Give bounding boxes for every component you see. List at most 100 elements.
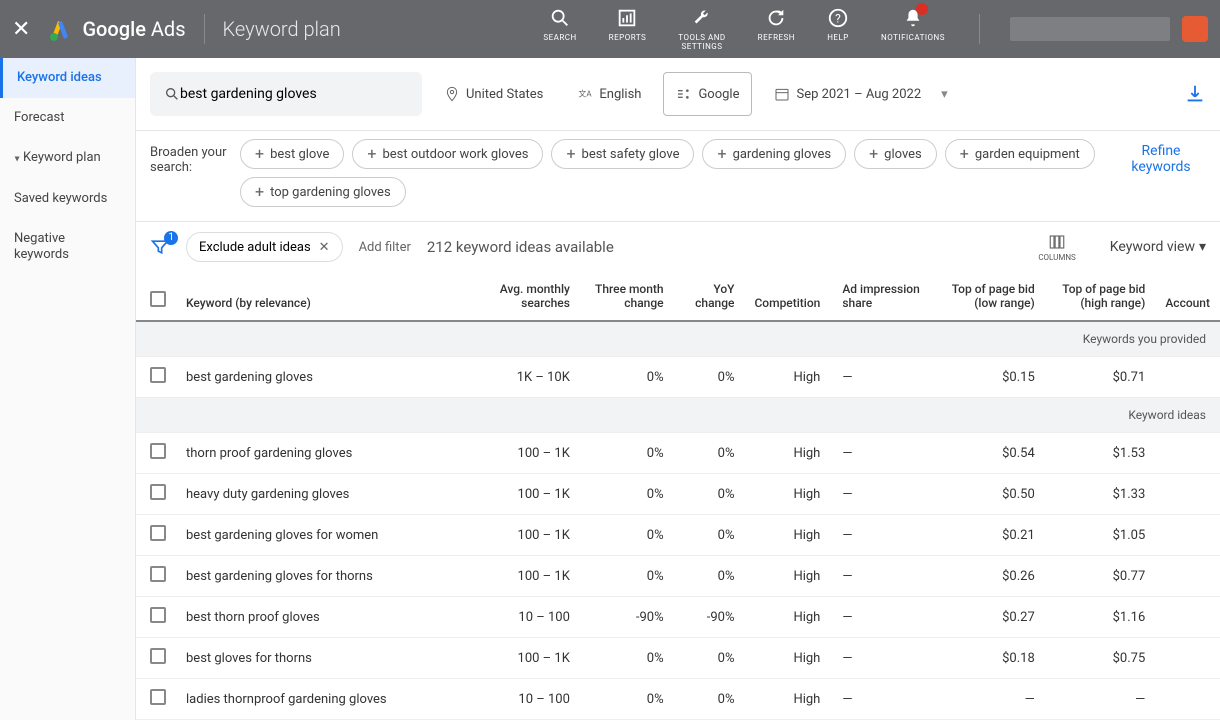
refresh-icon: [765, 7, 787, 29]
divider: [204, 14, 205, 44]
network-selector[interactable]: Google: [663, 72, 752, 116]
svg-text:文A: 文A: [579, 89, 593, 99]
col-header[interactable]: Keyword (by relevance): [176, 272, 476, 321]
col-header[interactable]: Competition: [744, 272, 830, 321]
table-row: best gardening gloves1K – 10K0%0%High—$0…: [136, 357, 1220, 398]
header-tools: SEARCHREPORTSTOOLS ANDSETTINGSREFRESH?HE…: [527, 7, 961, 51]
row-checkbox[interactable]: [150, 607, 166, 623]
google-ads-logo-icon: [48, 17, 72, 41]
sidebar-item-negative-keywords[interactable]: Negative keywords: [0, 219, 135, 275]
account-area[interactable]: [1010, 16, 1208, 42]
broaden-label: Broaden your search:: [150, 139, 240, 207]
svg-text:?: ?: [835, 12, 841, 26]
keyword-cell[interactable]: best gloves for thorns: [176, 638, 476, 679]
plus-icon: +: [367, 146, 376, 162]
keyword-cell[interactable]: best gardening gloves for women: [176, 515, 476, 556]
row-checkbox[interactable]: [150, 648, 166, 664]
table-row: best gloves for thorns100 – 1K0%0%High—$…: [136, 638, 1220, 679]
keyword-table: Keyword (by relevance)Avg. monthly searc…: [136, 272, 1220, 720]
row-checkbox[interactable]: [150, 484, 166, 500]
keyword-cell[interactable]: best gardening gloves: [176, 357, 476, 398]
remove-filter-icon[interactable]: ✕: [319, 240, 330, 255]
main-content: United States 文A English Google Sep 2021…: [136, 58, 1220, 720]
tool-search[interactable]: SEARCH: [527, 7, 592, 42]
plus-icon: +: [869, 146, 878, 162]
col-header[interactable]: Three month change: [580, 272, 674, 321]
sidebar-item-forecast[interactable]: Forecast: [0, 98, 135, 138]
broaden-chip[interactable]: +best outdoor work gloves: [352, 139, 543, 169]
calendar-icon: [774, 86, 790, 102]
bell-icon: [902, 7, 924, 29]
refine-keywords-link[interactable]: Refine keywords: [1116, 139, 1206, 207]
col-header[interactable]: [136, 272, 176, 321]
col-header[interactable]: Avg. monthly searches: [476, 272, 580, 321]
row-checkbox[interactable]: [150, 566, 166, 582]
col-header[interactable]: Top of page bid (high range): [1045, 272, 1156, 321]
columns-button[interactable]: COLUMNS: [1038, 233, 1075, 262]
wrench-icon: [691, 7, 713, 29]
divider: [979, 14, 980, 44]
sidebar: Keyword ideasForecastKeyword planSaved k…: [0, 58, 136, 720]
account-name-placeholder: [1010, 17, 1170, 41]
row-checkbox[interactable]: [150, 443, 166, 459]
language-icon: 文A: [577, 86, 593, 102]
sidebar-item-keyword-plan[interactable]: Keyword plan: [0, 138, 135, 179]
broaden-chip[interactable]: +gloves: [854, 139, 937, 169]
location-selector[interactable]: United States: [432, 72, 555, 116]
broaden-section: Broaden your search: +best glove +best ou…: [136, 130, 1220, 222]
table-row: heavy duty gardening gloves100 – 1K0%0%H…: [136, 474, 1220, 515]
search-icon: [164, 86, 180, 102]
broaden-chip[interactable]: +gardening gloves: [702, 139, 846, 169]
applied-filter-chip[interactable]: Exclude adult ideas ✕: [186, 232, 343, 262]
col-header[interactable]: Top of page bid (low range): [936, 272, 1044, 321]
search-input-wrap[interactable]: [150, 72, 422, 116]
tool-bell[interactable]: NOTIFICATIONS: [865, 7, 961, 42]
row-checkbox[interactable]: [150, 525, 166, 541]
tool-help[interactable]: ?HELP: [811, 7, 865, 42]
row-checkbox[interactable]: [150, 689, 166, 705]
broaden-chip[interactable]: +best glove: [240, 139, 344, 169]
keyword-table-wrap: Keyword (by relevance)Avg. monthly searc…: [136, 272, 1220, 720]
sidebar-item-saved-keywords[interactable]: Saved keywords: [0, 179, 135, 219]
keyword-cell[interactable]: ladies thornproof gardening gloves: [176, 679, 476, 720]
col-header[interactable]: YoY change: [674, 272, 745, 321]
network-icon: [676, 86, 692, 102]
tool-refresh[interactable]: REFRESH: [742, 7, 811, 42]
select-all-checkbox[interactable]: [150, 291, 166, 307]
table-row: best gardening gloves for thorns100 – 1K…: [136, 556, 1220, 597]
col-header[interactable]: Ad impression share: [830, 272, 936, 321]
reports-icon: [616, 7, 638, 29]
filter-row: 1 Exclude adult ideas ✕ Add filter 212 k…: [136, 222, 1220, 272]
plus-icon: +: [566, 146, 575, 162]
section-header: Keywords you provided: [136, 321, 1220, 357]
plus-icon: +: [960, 146, 969, 162]
tool-wrench[interactable]: TOOLS ANDSETTINGS: [662, 7, 741, 51]
avatar[interactable]: [1182, 16, 1208, 42]
broaden-chip[interactable]: +best safety glove: [551, 139, 694, 169]
table-row: ladies thornproof gardening gloves10 – 1…: [136, 679, 1220, 720]
filter-funnel-button[interactable]: 1: [150, 237, 170, 257]
col-header[interactable]: Account: [1155, 272, 1220, 321]
plus-icon: +: [255, 184, 264, 200]
tool-reports[interactable]: REPORTS: [593, 7, 663, 42]
keyword-cell[interactable]: best gardening gloves for thorns: [176, 556, 476, 597]
download-icon[interactable]: [1184, 83, 1206, 105]
date-range-selector[interactable]: Sep 2021 – Aug 2022 ▾: [762, 72, 959, 116]
controls-row: United States 文A English Google Sep 2021…: [136, 58, 1220, 130]
broaden-chips: +best glove +best outdoor work gloves +bes…: [240, 139, 1116, 207]
add-filter-button[interactable]: Add filter: [359, 240, 411, 255]
keyword-view-selector[interactable]: Keyword view ▾: [1110, 239, 1206, 255]
keyword-cell[interactable]: heavy duty gardening gloves: [176, 474, 476, 515]
idea-count-text: 212 keyword ideas available: [427, 238, 614, 256]
broaden-chip[interactable]: +top gardening gloves: [240, 177, 406, 207]
row-checkbox[interactable]: [150, 367, 166, 383]
table-row: best gardening gloves for women100 – 1K0…: [136, 515, 1220, 556]
sidebar-item-keyword-ideas[interactable]: Keyword ideas: [0, 58, 135, 98]
plus-icon: +: [717, 146, 726, 162]
search-input[interactable]: [180, 86, 408, 102]
keyword-cell[interactable]: thorn proof gardening gloves: [176, 433, 476, 474]
close-icon[interactable]: ✕: [12, 17, 30, 42]
broaden-chip[interactable]: +garden equipment: [945, 139, 1095, 169]
language-selector[interactable]: 文A English: [565, 72, 653, 116]
keyword-cell[interactable]: best thorn proof gloves: [176, 597, 476, 638]
